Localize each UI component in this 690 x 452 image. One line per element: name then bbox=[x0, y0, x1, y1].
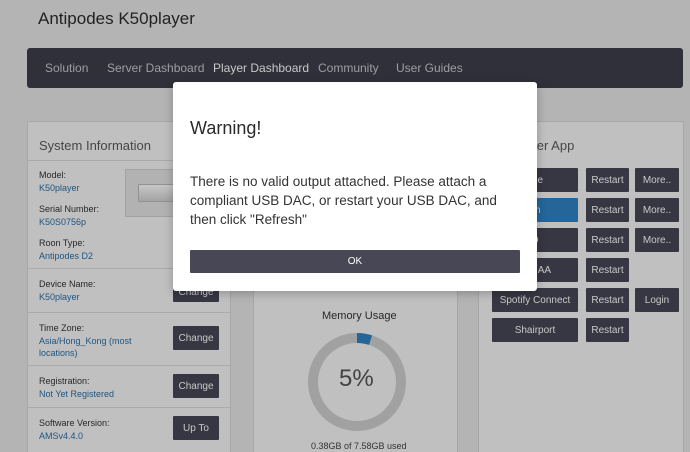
warning-dialog: Warning! There is no valid output attach… bbox=[173, 82, 537, 291]
warning-dialog-message: There is no valid output attached. Pleas… bbox=[190, 174, 497, 227]
warning-dialog-title: Warning! bbox=[190, 118, 262, 138]
warning-ok-button[interactable]: OK bbox=[190, 250, 520, 273]
